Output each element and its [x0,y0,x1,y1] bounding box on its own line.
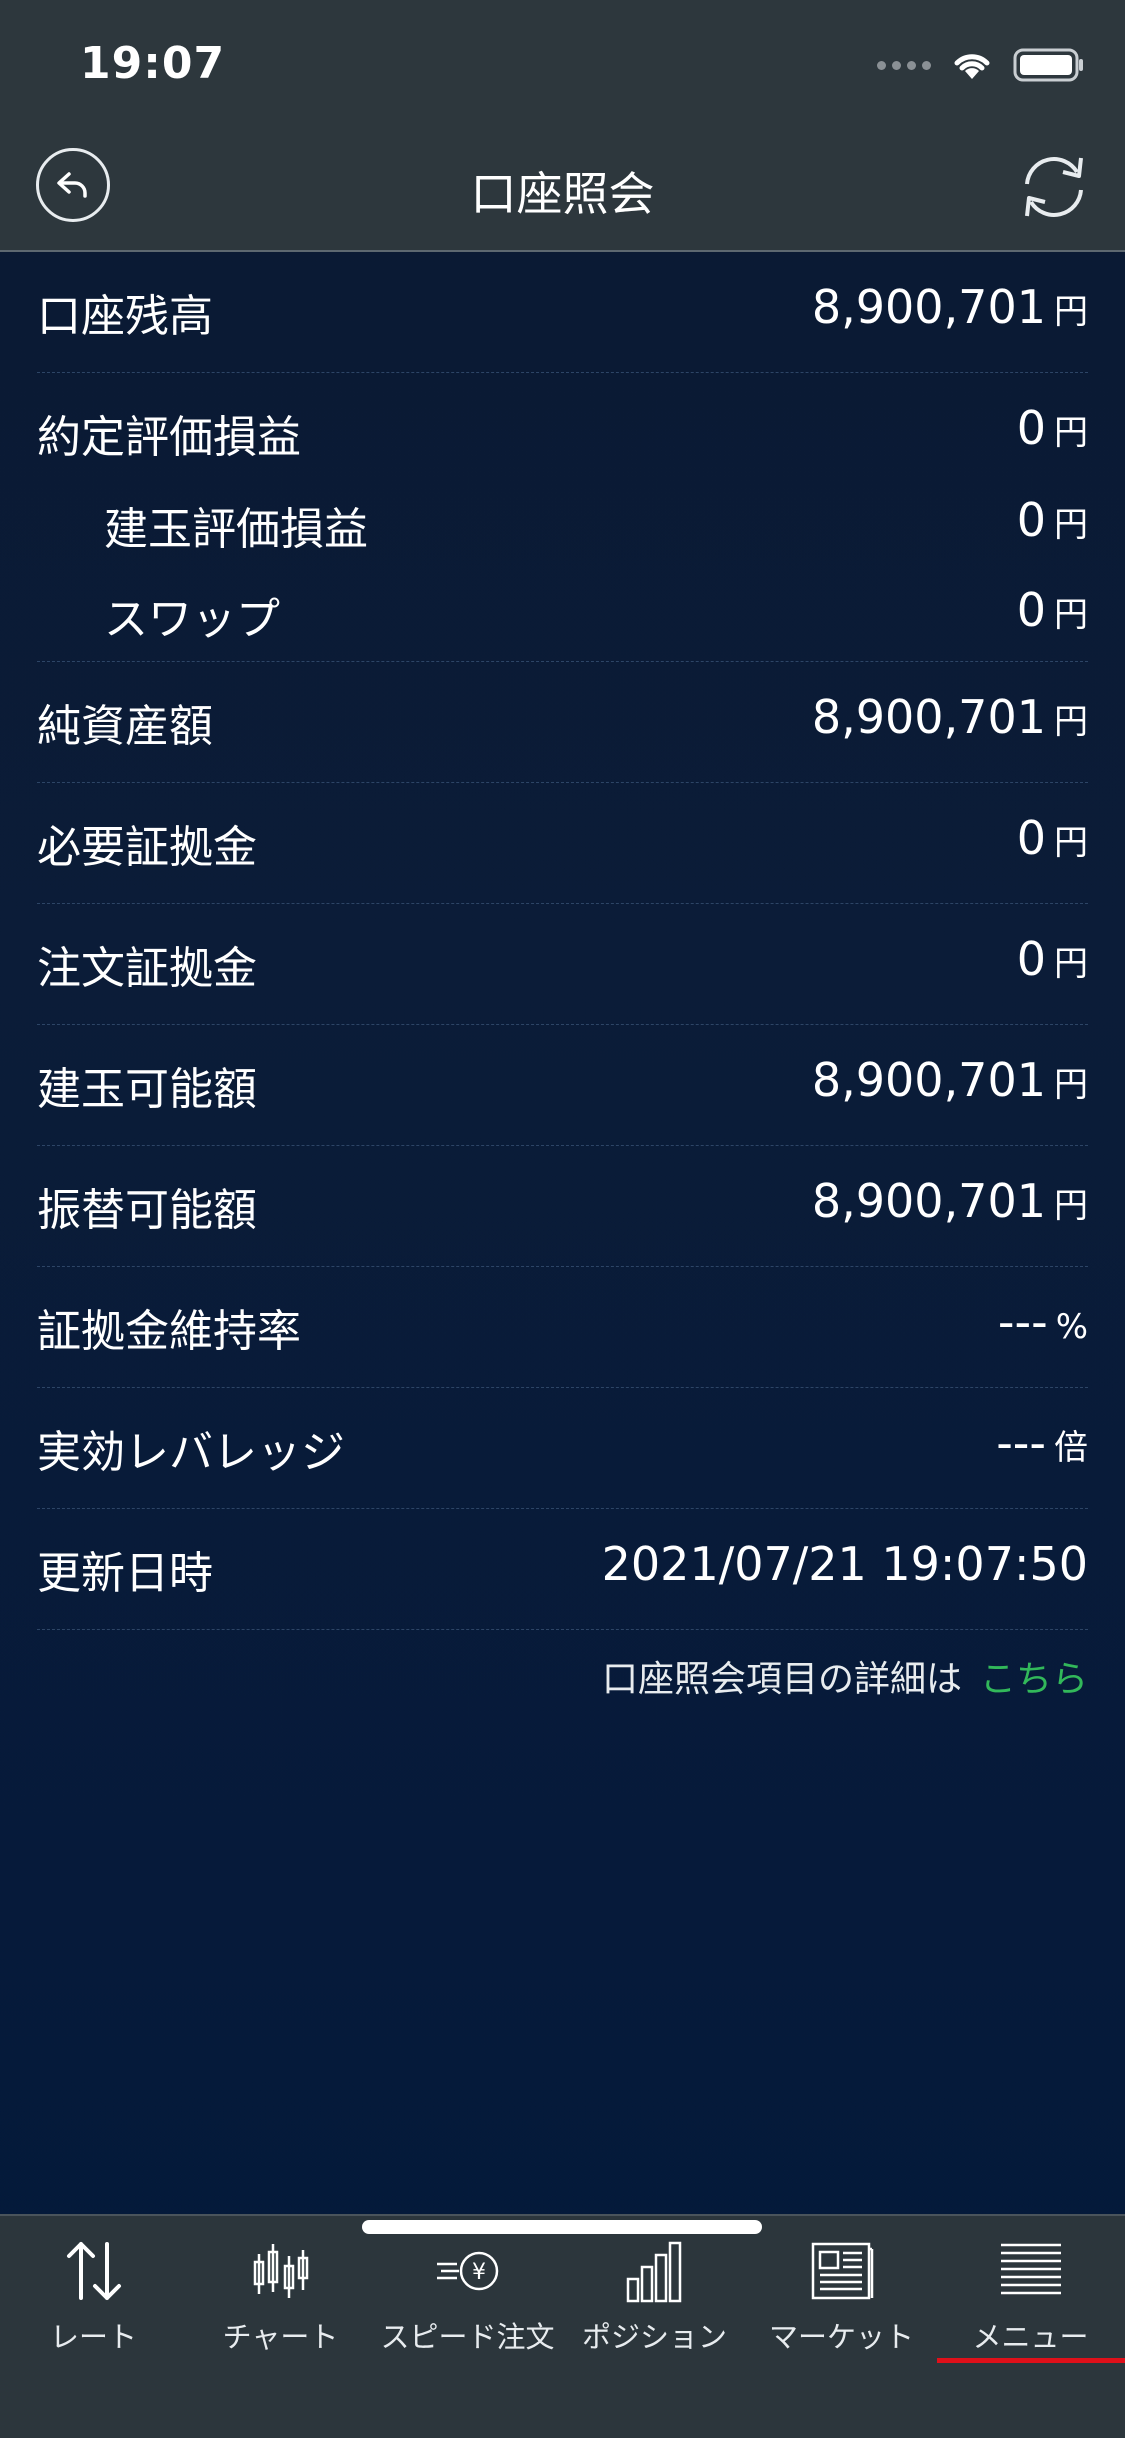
tab-bar: レート チャート ¥ スピード注文 ポジション マーケット メニュー [0,2214,1125,2438]
tab-chart[interactable]: チャート [187,2236,374,2366]
arrows-updown-icon [66,2242,121,2300]
candlestick-icon [253,2244,308,2298]
tab-position[interactable]: ポジション [561,2236,748,2366]
row-value: 2021/07/21 19:07:50 [601,1537,1088,1591]
row-label: 注文証拠金 [37,943,257,994]
details-note: 口座照会項目の詳細は こちら [602,1650,1088,1702]
row-label: 必要証拠金 [37,822,257,873]
row-value: --- 倍 [996,1416,1088,1470]
status-icons [877,48,1085,82]
sub-value-position-pl: 0円 [1016,493,1088,547]
signal-icon [877,60,931,70]
row-value: 8,900,701 円 [811,1053,1088,1107]
row-updated-at: 更新日時 2021/07/21 19:07:50 [37,1509,1088,1630]
wifi-icon [954,54,990,79]
row-transferable: 振替可能額 8,900,701 円 [37,1146,1088,1267]
tab-rate[interactable]: レート [0,2236,187,2366]
row-required-margin: 必要証拠金 0円 [37,783,1088,904]
battery-icon [1013,48,1083,82]
row-order-margin: 注文証拠金 0円 [37,904,1088,1025]
tab-label: メニュー [972,2320,1089,2354]
row-label: 建玉可能額 [37,1064,257,1115]
row-label: 振替可能額 [37,1185,257,1236]
active-tab-indicator [937,2358,1125,2363]
svg-text:¥: ¥ [472,2260,486,2285]
tab-label: ポジション [581,2320,727,2354]
row-effective-leverage: 実効レバレッジ --- 倍 [37,1388,1088,1509]
home-indicator[interactable] [362,2220,762,2234]
row-label: 約定評価損益 [37,412,301,463]
row-account-balance: 口座残高 8,900,701 円 [37,252,1088,373]
row-label: 純資産額 [37,701,213,752]
menu-list-icon [1000,2243,1061,2295]
row-value: 8,900,701 円 [811,690,1088,744]
row-available-position: 建玉可能額 8,900,701 円 [37,1025,1088,1146]
row-label: 口座残高 [37,291,213,342]
tab-label: スピード注文 [380,2320,555,2354]
sub-label-swap: スワップ [104,594,280,645]
header: 口座照会 [0,130,1125,250]
row-value: 8,900,701 円 [811,1174,1088,1228]
row-value: 0円 [1016,401,1088,455]
tab-label: マーケット [768,2320,914,2354]
row-label: 証拠金維持率 [37,1306,301,1357]
tab-menu[interactable]: メニュー [937,2236,1124,2366]
tab-label: チャート [222,2320,339,2354]
row-value: ---% [997,1295,1088,1349]
sub-value-swap: 0円 [1016,583,1088,637]
account-summary-list: 口座残高 8,900,701 円 約定評価損益 0円 建玉評価損益 0円 スワップ… [0,252,1125,1630]
status-time: 19:07 [80,38,226,89]
row-value: 8,900,701 円 [811,280,1088,334]
tab-label: レート [49,2320,137,2354]
row-value: 0円 [1016,811,1088,865]
refresh-icon [1025,157,1083,217]
speed-yen-icon: ¥ [436,2251,498,2291]
bars-icon [626,2241,681,2303]
row-net-assets: 純資産額 8,900,701 円 [37,662,1088,783]
refresh-button[interactable] [1013,146,1095,228]
row-margin-ratio: 証拠金維持率 ---% [37,1267,1088,1388]
tab-speed-order[interactable]: ¥ スピード注文 [374,2236,561,2366]
page-title: 口座照会 [470,167,655,221]
row-unrealized-pl: 約定評価損益 0円 建玉評価損益 0円 スワップ 0円 [37,373,1088,662]
row-value: 0円 [1016,932,1088,986]
sub-label-position-pl: 建玉評価損益 [104,504,368,555]
details-link[interactable]: こちら [980,1659,1088,1700]
top-bar: 19:07 口座照会 [0,0,1125,250]
newspaper-icon [811,2242,873,2300]
row-label: 更新日時 [37,1548,213,1599]
details-note-text: 口座照会項目の詳細は [601,1659,962,1700]
tab-market[interactable]: マーケット [748,2236,935,2366]
row-label: 実効レバレッジ [37,1427,345,1478]
